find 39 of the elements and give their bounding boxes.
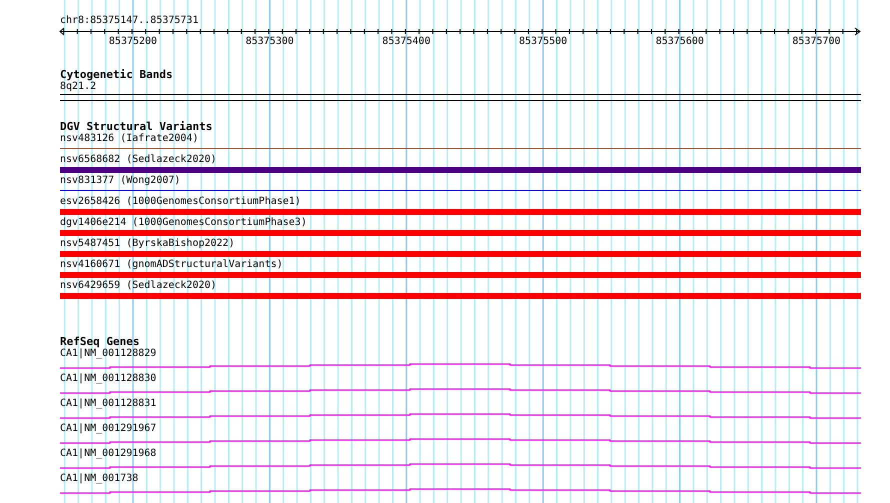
gene-label[interactable]: CA1|NM_001128829 <box>60 348 156 360</box>
gene-label[interactable]: CA1|NM_001128830 <box>60 373 156 385</box>
variant-bar[interactable] <box>60 209 861 215</box>
band-label: 8q21.2 <box>60 81 96 93</box>
variant-line[interactable] <box>60 148 861 149</box>
gene-line[interactable] <box>60 413 861 420</box>
variant-bar[interactable] <box>60 272 861 278</box>
tick-label: 85375200 <box>108 36 158 48</box>
track-title: RefSeq Genes <box>60 336 140 348</box>
gene-line[interactable] <box>60 363 861 370</box>
variant-line[interactable] <box>60 190 861 191</box>
variant-label[interactable]: esv2658426 (1000GenomesConsortiumPhase1) <box>60 196 301 208</box>
position-label: chr8:85375147..85375731 <box>60 15 200 27</box>
track-title: DGV Structural Variants <box>60 121 212 133</box>
variant-bar[interactable] <box>60 293 861 299</box>
tick-label: 85375300 <box>246 36 294 48</box>
variant-label[interactable]: dgv1406e214 (1000GenomesConsortiumPhase3) <box>60 217 307 229</box>
tick-label: 85375400 <box>382 36 430 48</box>
variant-label[interactable]: nsv6429659 (Sedlazeck2020) <box>60 280 217 292</box>
variant-label[interactable]: nsv6568682 (Sedlazeck2020) <box>60 154 217 166</box>
gene-label[interactable]: CA1|NM_001291967 <box>60 423 156 435</box>
variant-label[interactable]: nsv483126 (Iafrate2004) <box>60 133 198 145</box>
track-title: Cytogenetic Bands <box>60 69 173 81</box>
gene-label[interactable]: CA1|NM_001738 <box>60 473 138 485</box>
variant-bar[interactable] <box>60 167 861 173</box>
variant-label[interactable]: nsv831377 (Wong2007) <box>60 175 180 187</box>
gene-line[interactable] <box>60 463 861 470</box>
tick-label: 85375700 <box>792 36 841 48</box>
gene-line[interactable] <box>60 388 861 395</box>
gene-line[interactable] <box>60 488 861 495</box>
variant-bar[interactable] <box>60 251 861 257</box>
gene-line[interactable] <box>60 438 861 445</box>
gene-label[interactable]: CA1|NM_001291968 <box>60 448 156 460</box>
variant-label[interactable]: nsv5487451 (ByrskaBishop2022) <box>60 238 235 250</box>
variant-label[interactable]: nsv4160671 (gnomADStructuralVariants) <box>60 259 283 271</box>
tick-label: 85375600 <box>656 36 704 48</box>
gene-label[interactable]: CA1|NM_001128831 <box>60 398 156 410</box>
tick-label: 85375500 <box>519 36 568 48</box>
variant-bar[interactable] <box>60 230 861 236</box>
